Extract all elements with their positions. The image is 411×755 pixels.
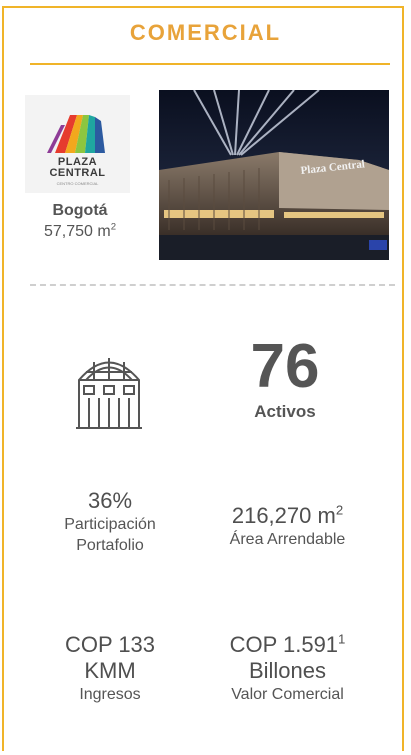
commercial-value-stat: COP 1.5911 Billones Valor Comercial (200, 632, 375, 705)
logo-wordmark: PLAZA CENTRAL (49, 156, 106, 179)
participation-label-2: Portafolio (76, 537, 144, 554)
property-city: Bogotá (52, 202, 108, 219)
property-area: 57,750 m2 (43, 221, 117, 240)
income-label: Ingresos (79, 686, 141, 703)
mall-photo: Plaza Central (159, 90, 389, 260)
commercial-value-label: Valor Comercial (231, 686, 344, 703)
participation-stat: 36% Participación Portafolio (40, 488, 180, 556)
leasable-area-stat: 216,270 m2 Área Arrendable (200, 503, 375, 550)
leasable-area-label: Área Arrendable (229, 531, 346, 548)
shopping-mall-icon (76, 358, 142, 429)
mall-night-photo: Plaza Central (159, 90, 389, 260)
leasable-area-value: 216,270 m2 (231, 502, 344, 528)
plaza-central-logo: PLAZA CENTRAL CENTRO COMERCIAL (25, 95, 130, 193)
income-stat: COP 133 KMM Ingresos (40, 632, 180, 705)
title-underline (30, 63, 390, 65)
section-title: COMERCIAL (129, 20, 282, 45)
participation-label-1: Participación (64, 516, 156, 533)
commercial-value-1: COP 1.5911 (229, 631, 346, 657)
dashed-divider (30, 284, 395, 286)
participation-value: 36% (87, 488, 133, 513)
assets-label: Activos (254, 402, 316, 421)
income-value-2: KMM (84, 658, 136, 683)
commercial-value-2: Billones (248, 658, 327, 683)
assets-count: 76 (250, 332, 320, 401)
income-value-1: COP 133 (64, 632, 156, 657)
logo-subtext: CENTRO COMERCIAL (56, 181, 99, 186)
